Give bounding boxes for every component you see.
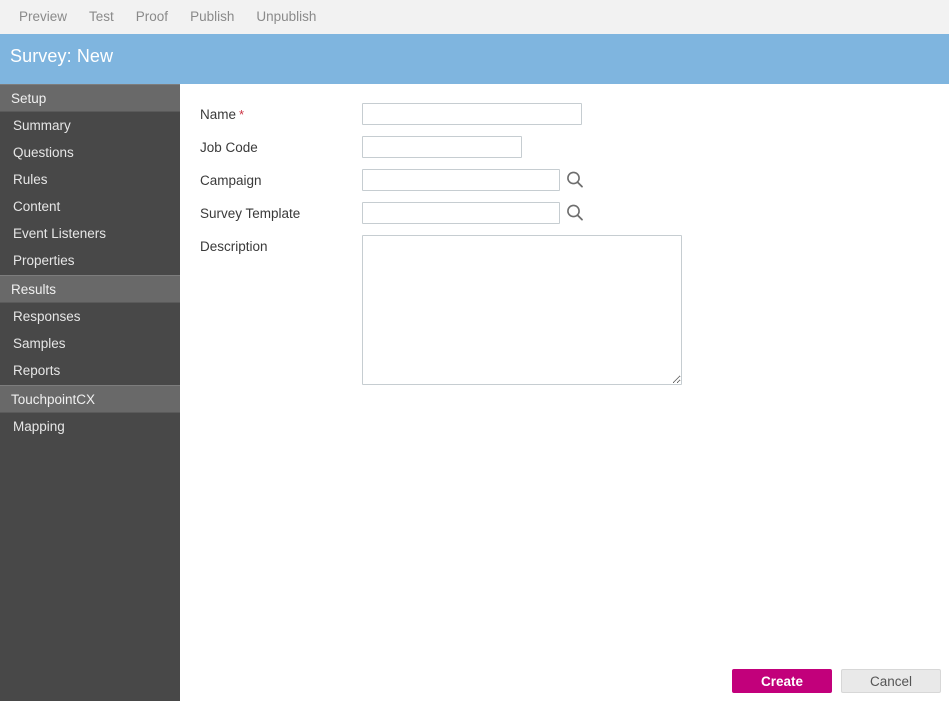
- sidebar-item-questions[interactable]: Questions: [0, 139, 180, 166]
- survey-form: Name * Job Code Campaign Survey Template…: [200, 103, 682, 396]
- form-row-campaign: Campaign: [200, 169, 682, 191]
- page-title: Survey: New: [10, 46, 114, 66]
- search-icon[interactable]: [564, 202, 586, 224]
- sidebar-item-responses[interactable]: Responses: [0, 303, 180, 330]
- toolbar-item-proof[interactable]: Proof: [125, 0, 179, 34]
- toolbar-item-test[interactable]: Test: [78, 0, 125, 34]
- form-row-description: Description: [200, 235, 682, 385]
- sidebar-item-reports[interactable]: Reports: [0, 357, 180, 384]
- sidebar: Setup Summary Questions Rules Content Ev…: [0, 84, 180, 701]
- field-wrap-description: [362, 235, 682, 385]
- description-textarea[interactable]: [362, 235, 682, 385]
- sidebar-group-results: Results Responses Samples Reports: [0, 274, 180, 384]
- label-name-text: Name: [200, 107, 237, 122]
- sidebar-item-samples[interactable]: Samples: [0, 330, 180, 357]
- sidebar-section-setup[interactable]: Setup: [0, 84, 180, 112]
- top-toolbar: Preview Test Proof Publish Unpublish: [0, 0, 949, 34]
- required-marker-name: *: [239, 107, 245, 122]
- form-row-job-code: Job Code: [200, 136, 682, 158]
- form-row-survey-template: Survey Template: [200, 202, 682, 224]
- main-content: Name * Job Code Campaign Survey Template…: [180, 84, 949, 701]
- sidebar-item-content[interactable]: Content: [0, 193, 180, 220]
- footer-actions: Create Cancel: [732, 669, 941, 693]
- label-name: Name *: [200, 103, 362, 122]
- survey-template-input[interactable]: [362, 202, 560, 224]
- field-wrap-job-code: [362, 136, 522, 158]
- label-survey-template: Survey Template: [200, 206, 301, 221]
- sidebar-section-touchpointcx[interactable]: TouchpointCX: [0, 385, 180, 413]
- toolbar-item-publish[interactable]: Publish: [179, 0, 245, 34]
- field-wrap-survey-template: [362, 202, 586, 224]
- field-wrap-campaign: [362, 169, 586, 191]
- sidebar-item-properties[interactable]: Properties: [0, 247, 180, 274]
- job-code-input[interactable]: [362, 136, 522, 158]
- form-row-name: Name *: [200, 103, 682, 125]
- campaign-input[interactable]: [362, 169, 560, 191]
- cancel-button[interactable]: Cancel: [841, 669, 941, 693]
- sidebar-item-mapping[interactable]: Mapping: [0, 413, 180, 440]
- label-campaign: Campaign: [200, 173, 262, 188]
- sidebar-section-results[interactable]: Results: [0, 275, 180, 303]
- create-button[interactable]: Create: [732, 669, 832, 693]
- label-job-code: Job Code: [200, 140, 258, 155]
- sidebar-item-rules[interactable]: Rules: [0, 166, 180, 193]
- name-input[interactable]: [362, 103, 582, 125]
- sidebar-item-event-listeners[interactable]: Event Listeners: [0, 220, 180, 247]
- toolbar-item-preview[interactable]: Preview: [8, 0, 78, 34]
- sidebar-item-summary[interactable]: Summary: [0, 112, 180, 139]
- search-icon[interactable]: [564, 169, 586, 191]
- sidebar-group-setup: Setup Summary Questions Rules Content Ev…: [0, 84, 180, 274]
- field-wrap-name: [362, 103, 582, 125]
- toolbar-item-unpublish[interactable]: Unpublish: [245, 0, 327, 34]
- sidebar-group-touchpointcx: TouchpointCX Mapping: [0, 384, 180, 440]
- label-description: Description: [200, 239, 268, 254]
- page-header: Survey: New: [0, 34, 949, 84]
